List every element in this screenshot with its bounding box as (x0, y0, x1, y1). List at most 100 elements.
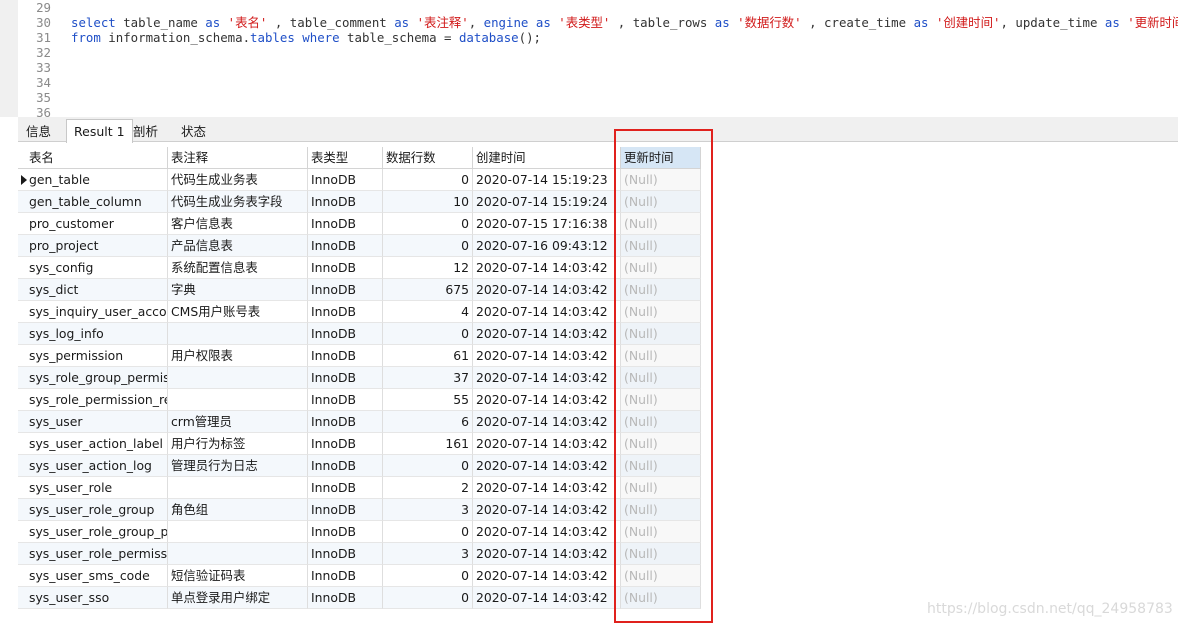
cell-table-name[interactable]: sys_user_action_label (18, 433, 168, 455)
cell-create-time[interactable]: 2020-07-14 14:03:42 (473, 257, 621, 279)
cell-engine[interactable]: InnoDB (308, 499, 383, 521)
table-row[interactable]: gen_table 代码生成业务表 InnoDB 0 2020-07-14 15:19:… (18, 169, 701, 191)
cell-engine[interactable]: InnoDB (308, 455, 383, 477)
tab-status[interactable]: 状态 (173, 121, 214, 142)
cell-table-name[interactable]: sys_user_role (18, 477, 168, 499)
cell-table-rows[interactable]: 6 (383, 411, 473, 433)
cell-table-name[interactable]: sys_inquiry_user_account (18, 301, 168, 323)
cell-table-rows[interactable]: 0 (383, 213, 473, 235)
table-row[interactable]: pro_customer 客户信息表 InnoDB 0 2020-07-15 17:16… (18, 213, 701, 235)
table-row[interactable]: sys_role_permission_rel InnoDB 55 2020-07-1… (18, 389, 701, 411)
cell-table-name[interactable]: sys_user_role_group (18, 499, 168, 521)
cell-create-time[interactable]: 2020-07-14 14:03:42 (473, 345, 621, 367)
table-row[interactable]: sys_user_role_group_pern InnoDB02020-07-1… (18, 521, 701, 543)
cell-table-name[interactable]: sys_permission (18, 345, 168, 367)
cell-table-comment[interactable]: crm管理员 (168, 411, 308, 433)
table-row[interactable]: gen_table_column 代码生成业务表字段 InnoDB 10 2020-07… (18, 191, 701, 213)
cell-table-comment[interactable] (168, 389, 308, 411)
table-row[interactable]: pro_project 产品信息表 InnoDB 0 2020-07-16 09:43:… (18, 235, 701, 257)
cell-table-name[interactable]: sys_log_info (18, 323, 168, 345)
cell-create-time[interactable]: 2020-07-15 17:16:38 (473, 213, 621, 235)
cell-table-rows[interactable]: 2 (383, 477, 473, 499)
cell-table-name[interactable]: sys_user_role_permission_ (18, 543, 168, 565)
cell-table-rows[interactable]: 0 (383, 565, 473, 587)
table-row[interactable]: sys_log_info InnoDB 0 2020-07-14 14:03:42 (N… (18, 323, 701, 345)
cell-engine[interactable]: InnoDB (308, 213, 383, 235)
cell-engine[interactable]: InnoDB (308, 565, 383, 587)
cell-engine[interactable]: InnoDB (308, 301, 383, 323)
table-row[interactable]: sys_user_action_log 管理员行为日志 InnoDB 0 2020-07… (18, 455, 701, 477)
cell-create-time[interactable]: 2020-07-14 14:03:42 (473, 521, 621, 543)
cell-table-comment[interactable] (168, 521, 308, 543)
cell-table-comment[interactable]: 单点登录用户绑定 (168, 587, 308, 609)
cell-table-rows[interactable]: 4 (383, 301, 473, 323)
cell-table-comment[interactable] (168, 477, 308, 499)
cell-engine[interactable]: InnoDB (308, 411, 383, 433)
cell-create-time[interactable]: 2020-07-14 14:03:42 (473, 543, 621, 565)
cell-engine[interactable]: InnoDB (308, 389, 383, 411)
cell-table-rows[interactable]: 10 (383, 191, 473, 213)
cell-table-comment[interactable]: 角色组 (168, 499, 308, 521)
cell-table-comment[interactable] (168, 543, 308, 565)
table-row[interactable]: sys_user_role_permission_ InnoDB32020-07-… (18, 543, 701, 565)
cell-table-rows[interactable]: 0 (383, 323, 473, 345)
header-col-create-time[interactable]: 创建时间 (473, 147, 621, 169)
cell-table-comment[interactable]: 系统配置信息表 (168, 257, 308, 279)
cell-table-rows[interactable]: 0 (383, 455, 473, 477)
table-row[interactable]: sys_permission 用户权限表 InnoDB 61 2020-07-14 14… (18, 345, 701, 367)
cell-table-rows[interactable]: 12 (383, 257, 473, 279)
cell-table-name[interactable]: sys_role_permission_rel (18, 389, 168, 411)
cell-engine[interactable]: InnoDB (308, 169, 383, 191)
tab-profile[interactable]: 剖析 (125, 121, 166, 142)
cell-table-comment[interactable]: 代码生成业务表 (168, 169, 308, 191)
cell-table-comment[interactable]: 短信验证码表 (168, 565, 308, 587)
cell-table-rows[interactable]: 0 (383, 169, 473, 191)
tab-result-1[interactable]: Result 1 (66, 119, 133, 143)
cell-table-rows[interactable]: 61 (383, 345, 473, 367)
cell-create-time[interactable]: 2020-07-14 14:03:42 (473, 587, 621, 609)
cell-table-rows[interactable]: 0 (383, 521, 473, 543)
cell-table-name[interactable]: sys_config (18, 257, 168, 279)
cell-table-comment[interactable]: 代码生成业务表字段 (168, 191, 308, 213)
cell-table-comment[interactable]: 管理员行为日志 (168, 455, 308, 477)
table-row[interactable]: sys_user_sso 单点登录用户绑定 InnoDB 0 2020-07-14 14… (18, 587, 701, 609)
cell-table-name[interactable]: gen_table (18, 169, 168, 191)
cell-table-name[interactable]: sys_user_sso (18, 587, 168, 609)
table-row[interactable]: sys_inquiry_user_accountCMS用户账号表InnoDB42… (18, 301, 701, 323)
cell-table-rows[interactable]: 161 (383, 433, 473, 455)
cell-table-comment[interactable] (168, 323, 308, 345)
cell-create-time[interactable]: 2020-07-14 14:03:42 (473, 389, 621, 411)
table-row[interactable]: sys_user_sms_code 短信验证码表 InnoDB 0 2020-07-14… (18, 565, 701, 587)
cell-create-time[interactable]: 2020-07-14 14:03:42 (473, 279, 621, 301)
header-col-table-name[interactable]: 表名 (18, 147, 168, 169)
cell-table-rows[interactable]: 37 (383, 367, 473, 389)
cell-engine[interactable]: InnoDB (308, 433, 383, 455)
header-col-table-rows[interactable]: 数据行数 (383, 147, 473, 169)
table-row[interactable]: sys_role_group_permissio InnoDB372020-07-… (18, 367, 701, 389)
cell-table-comment[interactable]: 用户行为标签 (168, 433, 308, 455)
cell-table-name[interactable]: sys_dict (18, 279, 168, 301)
cell-table-rows[interactable]: 55 (383, 389, 473, 411)
cell-table-comment[interactable]: CMS用户账号表 (168, 301, 308, 323)
cell-table-comment[interactable]: 字典 (168, 279, 308, 301)
cell-table-name[interactable]: sys_user (18, 411, 168, 433)
cell-engine[interactable]: InnoDB (308, 521, 383, 543)
cell-table-comment[interactable]: 客户信息表 (168, 213, 308, 235)
table-row[interactable]: sys_user_action_label 用户行为标签 InnoDB 161 2020… (18, 433, 701, 455)
cell-table-name[interactable]: sys_user_action_log (18, 455, 168, 477)
cell-table-name[interactable]: sys_user_sms_code (18, 565, 168, 587)
header-col-engine[interactable]: 表类型 (308, 147, 383, 169)
table-row[interactable]: sys_config 系统配置信息表 InnoDB 12 2020-07-14 14:0… (18, 257, 701, 279)
cell-create-time[interactable]: 2020-07-14 14:03:42 (473, 411, 621, 433)
cell-create-time[interactable]: 2020-07-14 14:03:42 (473, 323, 621, 345)
cell-table-rows[interactable]: 675 (383, 279, 473, 301)
cell-create-time[interactable]: 2020-07-14 15:19:23 (473, 169, 621, 191)
table-row[interactable]: sys_user crm管理员 InnoDB 6 2020-07-14 14:03:42… (18, 411, 701, 433)
tab-info[interactable]: 信息 (18, 121, 59, 142)
cell-table-name[interactable]: gen_table_column (18, 191, 168, 213)
cell-create-time[interactable]: 2020-07-14 14:03:42 (473, 367, 621, 389)
cell-table-name[interactable]: pro_customer (18, 213, 168, 235)
cell-table-comment[interactable] (168, 367, 308, 389)
cell-engine[interactable]: InnoDB (308, 257, 383, 279)
cell-table-rows[interactable]: 3 (383, 543, 473, 565)
